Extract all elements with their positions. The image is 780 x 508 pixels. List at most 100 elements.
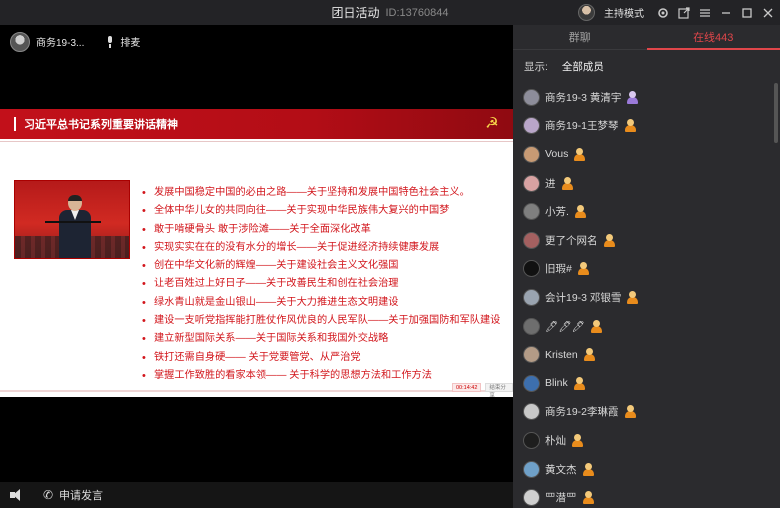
- video-area: 商务19-3... 排麦 习近平总书记系列重要讲话精神 ☭ 发展中国稳定中国的必…: [0, 25, 513, 482]
- settings-icon[interactable]: [657, 7, 669, 19]
- member-avatar: [523, 431, 540, 449]
- member-row[interactable]: 商务19-2李琳霞: [513, 398, 775, 427]
- share-timer: 00:14:42: [452, 383, 482, 392]
- member-avatar: [523, 174, 540, 192]
- member-row[interactable]: Kristen: [513, 340, 775, 369]
- member-role-icon: [574, 205, 587, 219]
- member-role-icon: [624, 405, 637, 419]
- member-avatar: [523, 460, 540, 478]
- host-mode-label[interactable]: 主持模式: [604, 5, 644, 20]
- member-list: 商务19-3 黄清宇 商务19-1王梦琴 Vous 进小芳. 更了个网名旧瑕# 会计19-…: [513, 83, 775, 508]
- speaker-icon[interactable]: [10, 489, 24, 501]
- member-row[interactable]: 🖊🖊🖊: [513, 312, 775, 341]
- minimize-icon[interactable]: [720, 7, 732, 19]
- slide-banner: 习近平总书记系列重要讲话精神 ☭: [0, 109, 513, 139]
- menu-icon[interactable]: [699, 7, 711, 19]
- member-avatar: [523, 231, 540, 249]
- slide-bullet: 绿水青山就是金山银山——关于大力推进生态文明建设: [142, 294, 512, 313]
- member-name: 会计19-3 邓银雪: [545, 291, 622, 304]
- member-row[interactable]: 旧瑕#: [513, 255, 775, 284]
- maximize-icon[interactable]: [741, 7, 753, 19]
- member-row[interactable]: 会计19-3 邓银雪: [513, 283, 775, 312]
- slide-bullet: 实现实实在在的没有水分的增长——关于促进经济持续健康发展: [142, 239, 512, 258]
- member-role-icon: [573, 376, 586, 390]
- member-name: 罒潜罒: [545, 492, 577, 505]
- member-role-icon: [582, 491, 595, 505]
- member-name: 进: [545, 177, 556, 190]
- slide-progress-track: [0, 390, 513, 392]
- member-name: 小芳.: [545, 206, 569, 219]
- bottom-toolbar: ✆ 申请发言: [0, 482, 513, 508]
- slide-photo: [14, 180, 130, 259]
- window-title: 团日活动: [331, 6, 380, 20]
- member-name: 商务19-3 黄清宇: [545, 91, 622, 104]
- member-avatar: [523, 203, 540, 221]
- member-avatar: [523, 88, 540, 106]
- slide-bullet: 让老百姓过上好日子——关于改善民生和创在社会治理: [142, 275, 512, 294]
- member-row[interactable]: 黄文杰: [513, 455, 775, 484]
- member-row[interactable]: 罒潜罒: [513, 483, 775, 508]
- party-emblem-icon: ☭: [485, 115, 499, 132]
- member-row[interactable]: 进: [513, 169, 775, 198]
- request-speak-button[interactable]: ✆ 申请发言: [42, 487, 103, 503]
- member-avatar: [523, 260, 540, 278]
- member-name: Blink: [545, 377, 568, 390]
- member-row[interactable]: Blink: [513, 369, 775, 398]
- member-row[interactable]: Vous: [513, 140, 775, 169]
- member-name: Kristen: [545, 348, 578, 361]
- slide-bullet: 创在中华文化新的辉煌——关于建设社会主义文化强国: [142, 257, 512, 276]
- queue-mic-button[interactable]: 排麦: [120, 34, 140, 49]
- member-role-icon: [573, 147, 586, 161]
- side-panel: 群聊 在线443 显示: 全部成员 商务19-3 黄清宇 商务19-1王梦琴 Vou…: [513, 25, 780, 508]
- filter-label: 显示:: [524, 61, 548, 73]
- member-role-icon: [577, 262, 590, 276]
- member-avatar: [523, 317, 540, 335]
- member-avatar: [523, 117, 540, 135]
- member-list-scrollbar[interactable]: [774, 83, 778, 143]
- member-avatar: [523, 403, 540, 421]
- slide-bullet-list: 发展中国稳定中国的必由之路——关于坚持和发展中国特色社会主义。 全体中华儿女的共…: [142, 184, 512, 386]
- member-role-icon: [583, 348, 596, 362]
- popout-icon[interactable]: [678, 6, 690, 19]
- member-row[interactable]: 更了个网名: [513, 226, 775, 255]
- tab-online[interactable]: 在线443: [646, 25, 780, 50]
- title-bar: 团日活动 ID:13760844 主持模式: [0, 0, 780, 25]
- member-name: 朴灿: [545, 434, 566, 447]
- banner-bar: [14, 117, 16, 131]
- member-row[interactable]: 商务19-3 黄清宇: [513, 83, 775, 112]
- slide-title: 习近平总书记系列重要讲话精神: [24, 119, 178, 131]
- member-row[interactable]: 朴灿: [513, 426, 775, 455]
- member-avatar: [523, 145, 540, 163]
- share-controls: 00:14:42 结束分享: [452, 383, 513, 397]
- member-row[interactable]: 商务19-1王梦琴: [513, 112, 775, 141]
- mic-icon[interactable]: [106, 35, 114, 48]
- member-name: Vous: [545, 148, 569, 161]
- member-role-icon: [571, 433, 584, 447]
- member-name: 更了个网名: [545, 234, 598, 247]
- stop-share-button[interactable]: 结束分享: [485, 383, 513, 397]
- member-filter: 显示: 全部成员: [524, 59, 604, 74]
- member-role-icon: [582, 462, 595, 476]
- member-avatar: [523, 489, 540, 507]
- photo-microphones: [45, 221, 101, 233]
- member-name: 商务19-1王梦琴: [545, 120, 619, 133]
- slide-bullet: 建立新型国际关系——关于国际关系和我国外交战略: [142, 330, 512, 349]
- member-role-icon: [561, 176, 574, 190]
- host-avatar[interactable]: [578, 4, 595, 21]
- shared-slide: 习近平总书记系列重要讲话精神 ☭ 发展中国稳定中国的必由之路——关于坚持和发展中…: [0, 109, 513, 397]
- slide-bullet: 发展中国稳定中国的必由之路——关于坚持和发展中国特色社会主义。: [142, 184, 512, 203]
- presenter-name: 商务19-3...: [36, 38, 85, 49]
- member-role-icon: [626, 290, 639, 304]
- close-icon[interactable]: [762, 7, 774, 19]
- room-id: ID:13760844: [385, 6, 449, 19]
- tab-group-chat[interactable]: 群聊: [513, 25, 647, 49]
- slide-bullet: 全体中华儿女的共同向往——关于实现中华民族伟大复兴的中国梦: [142, 202, 512, 221]
- filter-dropdown[interactable]: 全部成员: [562, 59, 604, 74]
- member-row[interactable]: 小芳.: [513, 197, 775, 226]
- member-role-icon: [590, 319, 603, 333]
- request-speak-label: 申请发言: [59, 490, 103, 502]
- phone-icon: ✆: [42, 488, 54, 502]
- member-role-icon: [624, 119, 637, 133]
- presenter-avatar: [10, 31, 30, 52]
- member-avatar: [523, 346, 540, 364]
